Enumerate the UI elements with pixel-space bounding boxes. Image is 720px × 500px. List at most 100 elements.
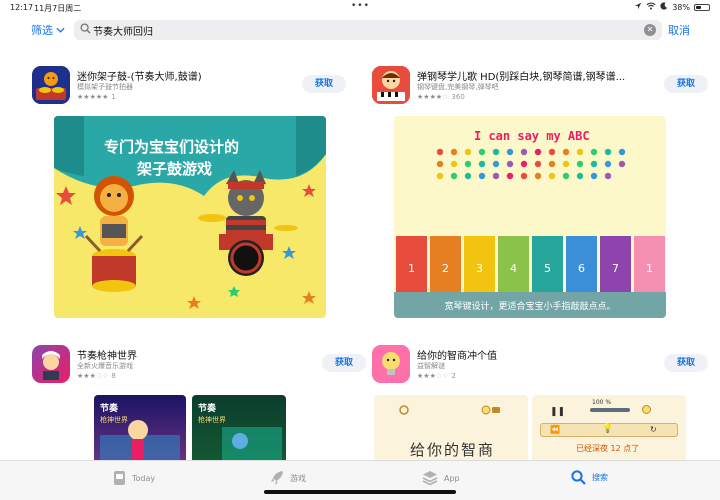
piano-key: 4 [498, 236, 529, 292]
rocket-icon [271, 471, 283, 485]
piano-key: 6 [566, 236, 597, 292]
search-input[interactable] [93, 22, 633, 38]
piano-key: 1 [396, 236, 427, 292]
status-bar: 12:17 11月7日周二 ••• 38% [0, 0, 720, 14]
clear-search-icon[interactable]: ✕ [644, 24, 656, 36]
piano-caption: 宽琴键设计，更适合宝宝小手指敲敲点点。 [444, 302, 616, 312]
chevron-down-icon [56, 27, 65, 33]
app-name[interactable]: 节奏枪神世界 [77, 347, 297, 362]
piano-key: 5 [532, 236, 563, 292]
filter-button[interactable]: 筛选 [31, 22, 65, 38]
tab-bar: Today 游戏 App 搜索 [0, 460, 720, 500]
rating: ★★★★★ 1 [77, 93, 116, 101]
app-name[interactable]: 给你的智商冲个值 [417, 347, 637, 362]
search-icon [80, 23, 91, 34]
piano-key: 7 [600, 236, 631, 292]
iq-app-icon[interactable] [372, 345, 410, 383]
tab-search[interactable]: 搜索 [571, 470, 608, 485]
iq-screenshot-2[interactable]: ❚❚ 100 % ⏪ 💡 ↻ 已经深夜 12 点了 [532, 395, 686, 465]
battery-percent: 38% [672, 2, 690, 12]
piano-key: 2 [430, 236, 461, 292]
rating: ★★★☆☆ 8 [77, 372, 116, 380]
status-time: 12:17 [10, 3, 34, 12]
progress-bar [590, 408, 630, 412]
drum-headline-2: 架子鼓游戏 [137, 160, 213, 178]
progress-fill [590, 408, 630, 412]
app-name[interactable]: 迷你架子鼓-(节奏大师,鼓谱) [77, 68, 297, 83]
svg-text:枪神世界: 枪神世界 [198, 415, 226, 424]
progress-percent: 100 % [592, 399, 612, 406]
rewind-button[interactable]: ⏪ [550, 425, 560, 434]
multitasking-dots-icon[interactable]: ••• [351, 1, 370, 11]
cancel-button[interactable]: 取消 [668, 22, 690, 38]
drum-app-icon[interactable] [32, 66, 70, 104]
app-result-piano[interactable]: 弹钢琴学儿歌 HD(别踩白块,钢琴简谱,钢琴谱... 钢琴键盘,完美钢琴,弹琴吧… [372, 66, 708, 318]
location-icon [634, 2, 642, 12]
get-button[interactable]: 获取 [322, 354, 366, 372]
tab-apps[interactable]: App [422, 470, 460, 486]
piano-caption-bar: 宽琴键设计，更适合宝宝小手指敲敲点点。 [394, 292, 666, 318]
filter-label: 筛选 [31, 24, 53, 37]
home-indicator[interactable] [264, 490, 456, 494]
rhythm-app-icon[interactable] [32, 345, 70, 383]
status-right: 38% [634, 2, 710, 12]
note-dots [436, 148, 626, 180]
rating-count: 2 [451, 372, 456, 380]
get-button[interactable]: 获取 [664, 354, 708, 372]
iq-hint: 已经深夜 12 点了 [576, 444, 640, 453]
rating-stars: ★★★☆☆ [417, 372, 449, 380]
iq-headline: 给你的智商 [410, 441, 496, 459]
tab-label: 游戏 [290, 473, 306, 483]
get-button[interactable]: 获取 [664, 75, 708, 93]
app-result-drum[interactable]: 迷你架子鼓-(节奏大师,鼓谱) 模拟架子鼓节拍器 ★★★★★ 1 获取 专门为宝… [32, 66, 352, 318]
rhythm-screenshot-1[interactable]: 节奏 枪神世界 [94, 395, 186, 465]
piano-app-icon[interactable] [372, 66, 410, 104]
piano-keyboard: 12345671 [394, 236, 666, 292]
replay-button[interactable]: ↻ [650, 425, 657, 434]
rating-count: 1 [111, 93, 116, 101]
battery-icon [694, 3, 710, 11]
bulb-coin-icon [642, 405, 651, 414]
rating-stars: ★★★☆☆ [77, 372, 109, 380]
svg-text:节奏: 节奏 [100, 402, 119, 413]
app-name[interactable]: 弹钢琴学儿歌 HD(别踩白块,钢琴简谱,钢琴谱... [417, 68, 637, 83]
piano-key: 3 [464, 236, 495, 292]
wifi-icon [646, 2, 656, 12]
rating-stars: ★★★★☆ [417, 93, 449, 101]
iq-screenshot-1[interactable]: 给你的智商 [374, 395, 528, 465]
app-subtitle: 钢琴键盘,完美钢琴,弹琴吧 [417, 83, 499, 91]
rating-stars: ★★★★★ [77, 93, 109, 101]
pause-icon[interactable]: ❚❚ [550, 407, 565, 417]
rhythm-screenshot-2[interactable]: 节奏 枪神世界 [192, 395, 286, 465]
today-icon [114, 471, 125, 485]
apps-stack-icon [422, 471, 438, 486]
drum-headline-1: 专门为宝宝们设计的 [104, 138, 240, 156]
rating-count: 360 [451, 93, 465, 101]
piano-key: 1 [634, 236, 665, 292]
search-bar: 筛选 ✕ 取消 [0, 14, 720, 46]
tab-label: 搜索 [592, 473, 608, 482]
rating: ★★★☆☆ 2 [417, 372, 456, 380]
app-subtitle: 全新火爆音乐游戏 [77, 362, 133, 370]
drum-screenshot[interactable]: 专门为宝宝们设计的 架子鼓游戏 [54, 116, 326, 318]
tab-label: App [444, 473, 460, 483]
search-field[interactable]: ✕ [74, 20, 662, 40]
search-icon [571, 470, 586, 485]
svg-text:枪神世界: 枪神世界 [100, 415, 128, 424]
piano-screenshot[interactable]: I can say my ABC 12345671 宽琴键设计，更适合宝宝小手指… [394, 116, 666, 318]
svg-text:节奏: 节奏 [198, 402, 217, 413]
tab-games[interactable]: 游戏 [270, 470, 306, 486]
app-subtitle: 益智解谜 [417, 362, 445, 370]
app-result-iq[interactable]: 给你的智商冲个值 益智解谜 ★★★☆☆ 2 获取 给你的智商 ❚❚ 100 % … [372, 345, 708, 465]
get-button[interactable]: 获取 [302, 75, 346, 93]
rating: ★★★★☆ 360 [417, 93, 465, 101]
tab-today[interactable]: Today [113, 470, 155, 486]
bulb-button[interactable]: 💡 [602, 424, 613, 434]
battery-fill [696, 5, 701, 9]
status-date: 11月7日周二 [34, 4, 82, 13]
tab-label: Today [132, 473, 156, 483]
piano-title: I can say my ABC [474, 129, 590, 143]
moon-icon [660, 2, 668, 12]
app-subtitle: 模拟架子鼓节拍器 [77, 83, 133, 91]
app-result-rhythm-gun[interactable]: 节奏枪神世界 全新火爆音乐游戏 ★★★☆☆ 8 获取 节奏 枪神世界 节奏 枪神… [32, 345, 366, 465]
